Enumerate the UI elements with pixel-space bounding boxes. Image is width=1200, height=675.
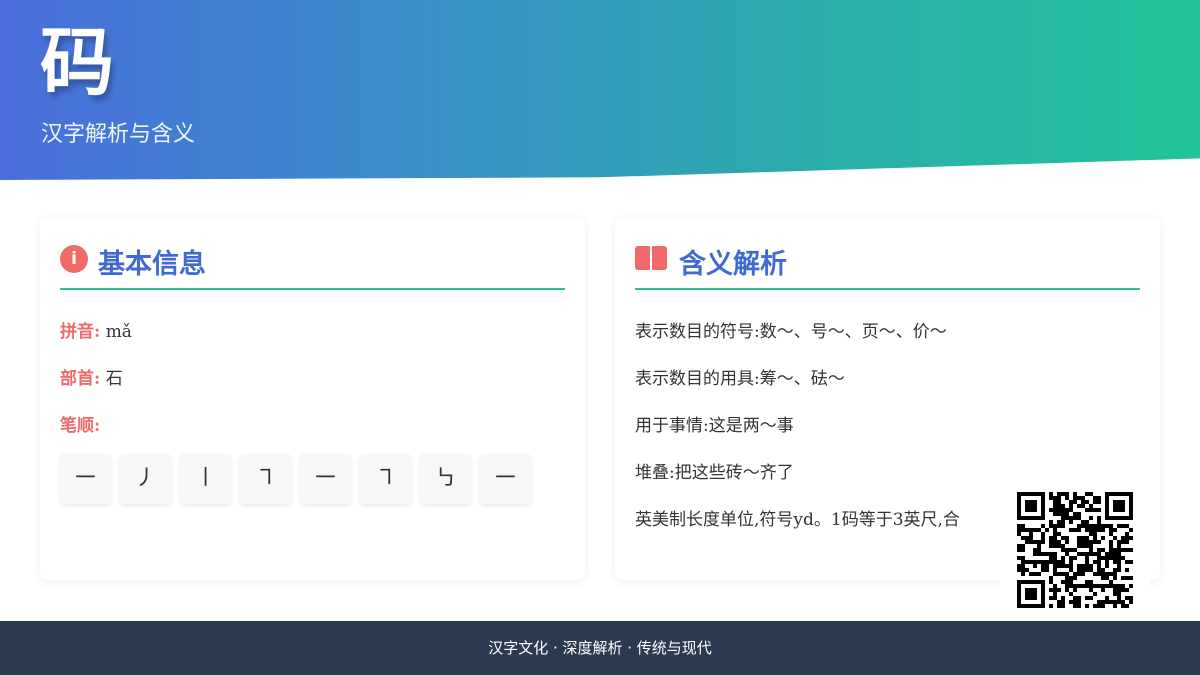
radical-label: 部首:: [60, 369, 101, 389]
character-title: 码: [40, 20, 114, 106]
pinyin-label: 拼音:: [60, 322, 101, 342]
page-subtitle: 汉字解析与含义: [41, 122, 196, 147]
pinyin-row: 拼音: mǎ: [60, 317, 132, 342]
stroke-tile: ㇑: [180, 454, 231, 504]
meaning-item: 堆叠:把这些砖～齐了: [635, 463, 794, 483]
stroke-tile: ㇐: [300, 454, 351, 504]
footer-text: 汉字文化 · 深度解析 · 传统与现代: [488, 639, 712, 657]
stroke-tile: ㇕: [240, 454, 291, 504]
stroke-tile: ㇐: [60, 454, 111, 504]
meaning-item: 用于事情:这是两～事: [635, 416, 794, 436]
radical-value: 石: [105, 369, 123, 389]
meaning-item: 英美制长度单位,符号yd。1码等于3英尺,合: [635, 510, 960, 530]
header-banner: [0, 0, 1200, 180]
basic-info-card: i 基本信息 拼音: mǎ 部首: 石 笔顺: ㇐ ㇓ ㇑ ㇕ ㇐ ㇕ ㇉ ㇐: [40, 218, 585, 580]
info-icon: i: [60, 245, 88, 273]
meaning-item: 表示数目的用具:筹～、砝～: [635, 369, 845, 389]
pinyin-value: mǎ: [105, 322, 132, 342]
book-icon: [635, 246, 667, 272]
stroke-order-row: 笔顺:: [60, 411, 100, 436]
meaning-header: 含义解析: [635, 240, 1140, 290]
radical-row: 部首: 石: [60, 364, 123, 389]
qr-code: [1000, 478, 1150, 624]
basic-info-title: 基本信息: [98, 249, 206, 280]
meaning-item: 表示数目的符号:数～、号～、页～、价～: [635, 322, 947, 342]
stroke-tile: ㇓: [120, 454, 171, 504]
meaning-title: 含义解析: [679, 249, 787, 280]
footer-bar: 汉字文化 · 深度解析 · 传统与现代: [0, 621, 1200, 675]
stroke-tile: ㇐: [480, 454, 531, 504]
stroke-tile: ㇕: [360, 454, 411, 504]
stroke-tile: ㇉: [420, 454, 471, 504]
stroke-order-label: 笔顺:: [60, 416, 101, 436]
basic-info-header: i 基本信息: [60, 240, 565, 290]
